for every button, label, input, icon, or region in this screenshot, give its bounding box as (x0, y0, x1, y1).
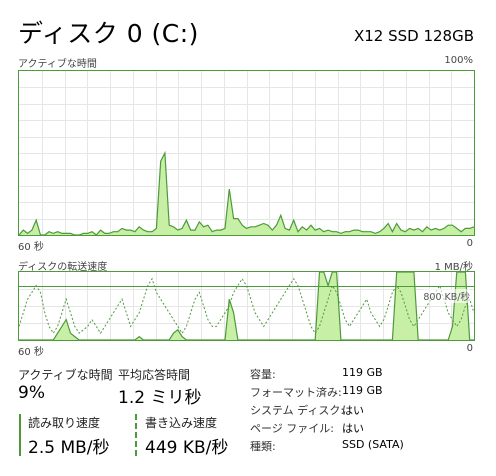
disk-title: ディスク 0 (C:) (18, 19, 199, 48)
active-time-graph-svg (19, 71, 474, 235)
transfer-rate-graph: 800 KB/秒 (18, 271, 475, 341)
disk-type-value: SSD (SATA) (342, 438, 404, 451)
active-time-label: アクティブな時間 (18, 368, 113, 382)
transfer-rate-ref-label: 800 KB/秒 (423, 289, 470, 303)
read-speed-value: 2.5 MB/秒 (28, 438, 110, 458)
active-time-graph (18, 70, 475, 236)
formatted-value: 119 GB (342, 384, 383, 397)
write-speed-label: 書き込み速度 (145, 416, 218, 430)
disk-model: X12 SSD 128GB (353, 27, 474, 45)
avg-response-label: 平均応答時間 (118, 368, 191, 382)
disk-type-label: 種類: (250, 440, 276, 453)
read-speed-label: 読み取り速度 (28, 416, 101, 430)
capacity-value: 119 GB (342, 366, 383, 379)
active-time-graph-zero: 0 (466, 238, 473, 249)
write-speed-indicator (135, 414, 137, 456)
avg-response-value: 1.2 ミリ秒 (118, 388, 202, 408)
capacity-label: 容量: (250, 368, 276, 381)
page-file-label: ページ ファイル: (250, 422, 334, 435)
write-speed-value: 449 KB/秒 (145, 438, 229, 458)
active-time-value: 9% (18, 383, 45, 403)
active-time-graph-timespan: 60 秒 (18, 242, 44, 253)
active-time-graph-label: アクティブな時間 (18, 59, 97, 70)
page-file-value: はい (342, 422, 364, 435)
read-speed-indicator (19, 414, 21, 456)
formatted-label: フォーマット済み: (250, 386, 342, 399)
system-disk-label: システム ディスク: (250, 404, 345, 417)
active-time-graph-max: 100% (444, 55, 473, 66)
transfer-rate-graph-timespan: 60 秒 (18, 347, 44, 358)
transfer-rate-graph-zero: 0 (466, 343, 473, 354)
system-disk-value: はい (342, 404, 364, 417)
transfer-rate-graph-svg (19, 272, 474, 340)
